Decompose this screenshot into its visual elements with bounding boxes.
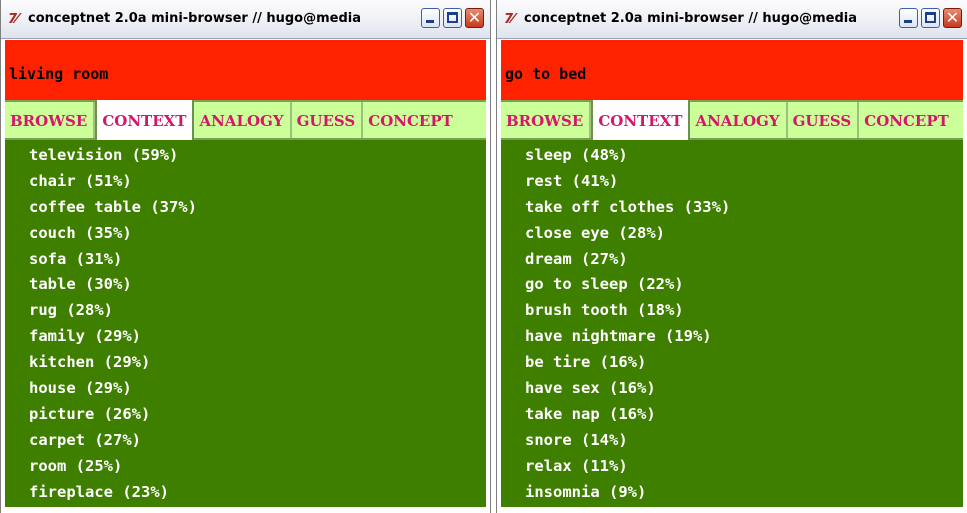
concept-input[interactable] <box>5 40 486 100</box>
tab-concept[interactable]: CONCEPT <box>859 102 955 138</box>
browser-window-go-to-bed: 7⁄ conceptnet 2.0a mini-browser // hugo@… <box>496 0 967 513</box>
list-item[interactable]: go to sleep (22%) <box>501 275 963 301</box>
list-item[interactable]: take off clothes (33%) <box>501 198 963 224</box>
tab-bar: BROWSE CONTEXT ANALOGY GUESS CONCEPT <box>501 100 963 140</box>
list-item[interactable]: rug (28%) <box>5 301 486 327</box>
tab-bar: BROWSE CONTEXT ANALOGY GUESS CONCEPT <box>5 100 486 140</box>
list-item[interactable]: table (30%) <box>5 275 486 301</box>
tab-browse[interactable]: BROWSE <box>5 102 96 138</box>
list-item[interactable]: close eye (28%) <box>501 224 963 250</box>
list-item[interactable]: coffee table (37%) <box>5 198 486 224</box>
list-item[interactable]: brush tooth (18%) <box>501 301 963 327</box>
minimize-icon <box>904 20 912 23</box>
maximize-button[interactable] <box>921 8 940 28</box>
list-item[interactable]: rest (41%) <box>501 172 963 198</box>
concept-input[interactable] <box>501 40 963 100</box>
minimize-icon <box>426 20 434 23</box>
list-item[interactable]: be tire (16%) <box>501 353 963 379</box>
browser-window-living-room: 7⁄ conceptnet 2.0a mini-browser // hugo@… <box>0 0 491 513</box>
tab-guess[interactable]: GUESS <box>292 102 364 138</box>
list-item[interactable]: kitchen (29%) <box>5 353 486 379</box>
close-icon: ✕ <box>945 8 960 27</box>
list-item[interactable]: insomnia (9%) <box>501 483 963 507</box>
maximize-icon <box>925 12 936 23</box>
results-list: television (59%) chair (51%) coffee tabl… <box>5 140 486 507</box>
list-item[interactable]: couch (35%) <box>5 224 486 250</box>
list-item[interactable]: fireplace (23%) <box>5 483 486 507</box>
results-list: sleep (48%) rest (41%) take off clothes … <box>501 140 963 507</box>
list-item[interactable]: room (25%) <box>5 457 486 483</box>
list-item[interactable]: family (29%) <box>5 327 486 353</box>
list-item[interactable]: take nap (16%) <box>501 405 963 431</box>
list-item[interactable]: television (59%) <box>5 146 486 172</box>
list-item[interactable]: dream (27%) <box>501 250 963 276</box>
close-icon: ✕ <box>467 8 482 27</box>
maximize-icon <box>447 12 458 23</box>
minimize-button[interactable] <box>899 8 918 28</box>
list-item[interactable]: house (29%) <box>5 379 486 405</box>
tab-context[interactable]: CONTEXT <box>95 100 195 140</box>
close-button[interactable]: ✕ <box>943 8 962 28</box>
list-item[interactable]: picture (26%) <box>5 405 486 431</box>
window-title: conceptnet 2.0a mini-browser // hugo@med… <box>28 11 361 26</box>
tk-feather-icon[interactable]: 7⁄ <box>8 12 18 27</box>
list-item[interactable]: relax (11%) <box>501 457 963 483</box>
tab-context[interactable]: CONTEXT <box>591 100 691 140</box>
list-item[interactable]: have sex (16%) <box>501 379 963 405</box>
list-item[interactable]: sleep (48%) <box>501 146 963 172</box>
list-item[interactable]: have nightmare (19%) <box>501 327 963 353</box>
close-button[interactable]: ✕ <box>465 8 484 28</box>
title-bar[interactable]: 7⁄ conceptnet 2.0a mini-browser // hugo@… <box>1 0 490 39</box>
tab-concept[interactable]: CONCEPT <box>363 102 459 138</box>
maximize-button[interactable] <box>443 8 462 28</box>
list-item[interactable]: sofa (31%) <box>5 250 486 276</box>
list-item[interactable]: chair (51%) <box>5 172 486 198</box>
list-item[interactable]: carpet (27%) <box>5 431 486 457</box>
window-title: conceptnet 2.0a mini-browser // hugo@med… <box>524 11 857 26</box>
list-item[interactable]: snore (14%) <box>501 431 963 457</box>
title-bar[interactable]: 7⁄ conceptnet 2.0a mini-browser // hugo@… <box>497 0 967 39</box>
minimize-button[interactable] <box>421 8 440 28</box>
tab-guess[interactable]: GUESS <box>788 102 860 138</box>
tab-analogy[interactable]: ANALOGY <box>690 102 788 138</box>
tab-browse[interactable]: BROWSE <box>501 102 592 138</box>
tk-feather-icon[interactable]: 7⁄ <box>504 12 514 27</box>
tab-analogy[interactable]: ANALOGY <box>194 102 292 138</box>
